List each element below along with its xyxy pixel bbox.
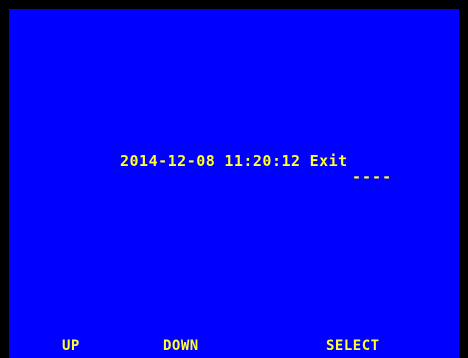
time-field[interactable]: 11:20:12: [224, 152, 300, 170]
datetime-row: 2014-12-08 11:20:12 Exit: [120, 152, 348, 170]
select-softkey[interactable]: SELECT: [326, 338, 380, 354]
monitor-frame: 2014-12-08 11:20:12 Exit ---- UP DOWN SELE…: [0, 0, 468, 358]
date-field[interactable]: 2014-12-08: [120, 152, 215, 170]
down-softkey[interactable]: DOWN: [163, 338, 199, 354]
osd-screen: 2014-12-08 11:20:12 Exit ---- UP DOWN SELE…: [9, 9, 459, 358]
exit-option[interactable]: Exit: [310, 152, 348, 170]
selection-cursor: ----: [352, 168, 393, 186]
up-softkey[interactable]: UP: [62, 338, 80, 354]
